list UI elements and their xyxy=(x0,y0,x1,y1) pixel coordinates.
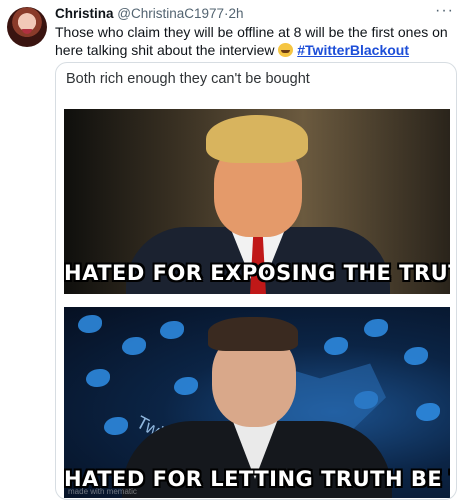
grimace-emoji-icon xyxy=(278,43,294,57)
timestamp[interactable]: 2h xyxy=(229,6,244,21)
tweet-text: Those who claim they will be offline at … xyxy=(55,23,455,59)
user-handle[interactable]: @ChristinaC1977 xyxy=(117,6,224,21)
media-card[interactable]: Both rich enough they can't be bought HA… xyxy=(55,62,457,500)
tweet[interactable]: Christina @ChristinaC1977·2h ··· Those w… xyxy=(0,0,464,500)
more-options-icon[interactable]: ··· xyxy=(435,2,454,20)
meme-panel-bottom: Twi HATED FOR LETTING TRUTH BE TOLD made… xyxy=(64,307,450,498)
hashtag-link[interactable]: #TwitterBlackout xyxy=(297,42,409,58)
tweet-header: Christina @ChristinaC1977·2h xyxy=(55,6,244,22)
display-name[interactable]: Christina xyxy=(55,6,114,21)
avatar[interactable] xyxy=(7,7,47,47)
meme-panel-top: HATED FOR EXPOSING THE TRUTH xyxy=(64,109,450,294)
meme-top-text: HATED FOR EXPOSING THE TRUTH xyxy=(64,261,450,285)
media-caption: Both rich enough they can't be bought xyxy=(66,71,310,87)
watermark: made with mematic xyxy=(68,487,137,496)
